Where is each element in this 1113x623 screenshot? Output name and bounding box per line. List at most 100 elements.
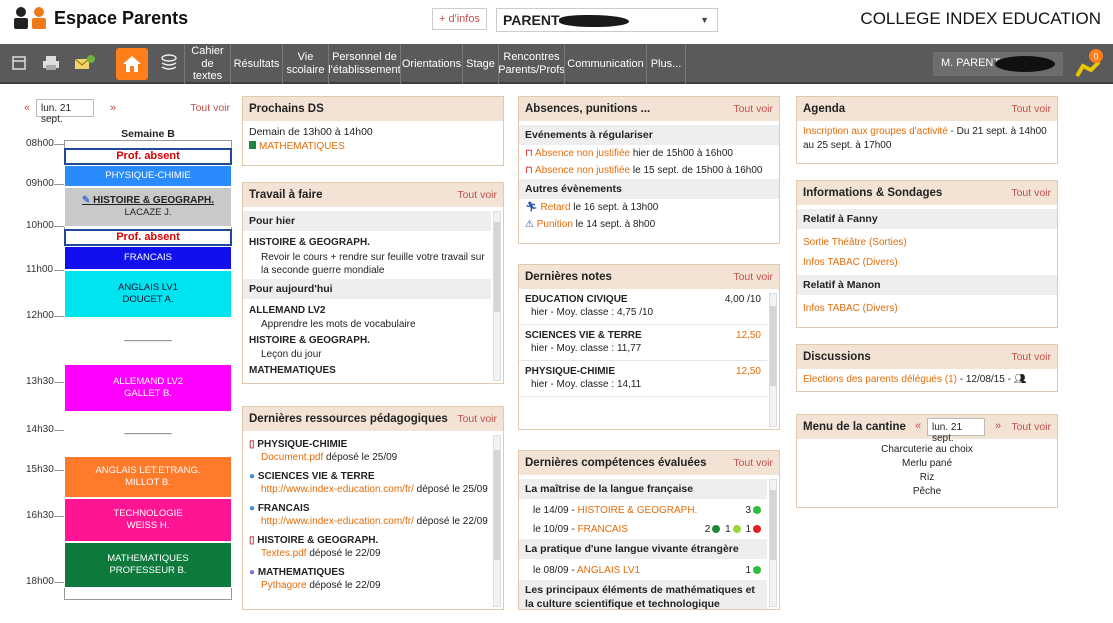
skill-row[interactable]: le 14/09 - HISTOIRE & GEOGRAPH. 3 xyxy=(519,499,779,519)
info-item[interactable]: Infos TABAC (Divers) xyxy=(797,295,1057,317)
grades-scrollbar[interactable] xyxy=(769,293,777,427)
nav-plus[interactable]: Plus... xyxy=(646,44,686,84)
prev-day-icon[interactable]: « xyxy=(915,420,921,432)
course-francais[interactable]: FRANCAIS xyxy=(64,246,232,270)
events-other-header: Autres évènements xyxy=(519,179,779,199)
green-dot-icon xyxy=(753,506,761,515)
homework-see-all-link[interactable]: Tout voir xyxy=(457,189,497,201)
course-physique-chimie[interactable]: PHYSIQUE-CHIMIE xyxy=(64,165,232,187)
late-item[interactable]: 🏃︎ Retard le 16 sept. à 13h00 xyxy=(519,199,779,216)
timetable-see-all-link[interactable]: Tout voir xyxy=(190,102,230,114)
absence-item[interactable]: ⊓ Absence non justifiée le 15 sept. de 1… xyxy=(519,162,779,179)
time-label: 10h00 xyxy=(26,220,54,231)
agenda-see-all-link[interactable]: Tout voir xyxy=(1011,103,1051,115)
info-item[interactable]: Sortie Théâtre (Sorties) xyxy=(797,229,1057,251)
skills-panel: Dernières compétences évaluées Tout voir… xyxy=(518,450,780,610)
green-dot-icon xyxy=(753,566,761,575)
skills-scrollbar[interactable] xyxy=(769,479,777,607)
next-day-icon[interactable]: » xyxy=(995,420,1001,432)
grade-value: 12,50 xyxy=(735,330,761,341)
time-label: 08h00 xyxy=(26,138,54,149)
grades-title: Dernières notes xyxy=(525,271,612,283)
events-pending-header: Evénements à régulariser xyxy=(519,125,779,145)
skills-see-all-link[interactable]: Tout voir xyxy=(733,457,773,469)
discussions-see-all-link[interactable]: Tout voir xyxy=(1011,351,1051,363)
canteen-date-picker[interactable]: lun. 21 sept. xyxy=(927,418,985,444)
user-menu-button[interactable]: M. PARENT xyxy=(933,52,1063,76)
nav-rencontres[interactable]: Rencontres Parents/Profs xyxy=(498,44,565,84)
redacted-name xyxy=(995,56,1055,72)
grade-item[interactable]: PHYSIQUE-CHIMIE 12,50 hier - Moy. classe :… xyxy=(519,361,767,397)
subject-color-icon xyxy=(249,141,256,149)
menu-item: Merlu pané xyxy=(901,458,953,469)
agenda-item[interactable]: Inscription aux groupes d'activité - Du … xyxy=(797,121,1057,155)
nav-communication[interactable]: Communication xyxy=(564,44,646,84)
resource-item[interactable]: ● MATHEMATIQUES Pythagore déposé le 22/09 xyxy=(243,563,503,595)
home-button[interactable] xyxy=(116,48,148,80)
resource-item[interactable]: ▯ HISTOIRE & GEOGRAPH. Textes.pdf déposé … xyxy=(243,531,503,563)
absences-see-all-link[interactable]: Tout voir xyxy=(733,103,773,115)
more-info-link[interactable]: + d'infos xyxy=(432,8,487,30)
homework-text[interactable]: Apprendre les mots de vocabulaire xyxy=(243,319,503,332)
skills-title: Dernières compétences évaluées xyxy=(525,457,707,469)
canteen-title: Menu de la cantine xyxy=(803,421,906,433)
nav-resultats[interactable]: Résultats xyxy=(230,44,282,84)
grades-see-all-link[interactable]: Tout voir xyxy=(733,271,773,283)
punishment-item[interactable]: ⚠︎ Punition le 14 sept. à 8h00 xyxy=(519,216,779,233)
group-icon: 👥︎ xyxy=(1013,374,1027,385)
absence-icon: ⊓ xyxy=(525,148,533,159)
resource-item[interactable]: ▯ PHYSIQUE-CHIMIE Document.pdf déposé le … xyxy=(243,435,503,467)
resource-item[interactable]: ● SCIENCES VIE & TERRE http://www.index-e… xyxy=(243,467,503,499)
nav-stage[interactable]: Stage xyxy=(462,44,498,84)
homework-subject: HISTOIRE & GEOGRAPH. xyxy=(249,335,370,346)
ds-title: Prochains DS xyxy=(249,103,324,115)
date-picker[interactable]: lun. 21 sept. xyxy=(36,99,94,125)
skill-row[interactable]: le 08/09 - ANGLAIS LV1 1 xyxy=(519,559,779,580)
layers-icon[interactable] xyxy=(156,50,182,76)
time-tick xyxy=(54,516,64,517)
nav-cahier-de-textes[interactable]: Cahier de textes xyxy=(184,44,230,84)
week-label: Semaine B xyxy=(121,128,175,140)
mail-settings-icon[interactable] xyxy=(72,50,98,76)
nav-orientations[interactable]: Orientations xyxy=(400,44,462,84)
grade-item[interactable]: EDUCATION CIVIQUE 4,00 /10 hier - Moy. cla… xyxy=(519,289,767,325)
skill-row[interactable]: le 10/09 - FRANCAIS 2 1 1 xyxy=(519,519,779,539)
info-item[interactable]: Infos TABAC (Divers) xyxy=(797,251,1057,271)
homework-text[interactable]: Revoir le cours + rendre sur feuille vot… xyxy=(243,251,503,279)
ds-item[interactable]: MATHEMATIQUES xyxy=(243,141,503,155)
red-dot-icon xyxy=(753,525,761,534)
warning-icon: ⚠︎ xyxy=(525,219,534,230)
time-tick xyxy=(54,184,64,185)
homework-text[interactable]: Leçon du jour xyxy=(243,349,503,362)
absence-item[interactable]: ⊓ Absence non justifiée hier de 15h00 à … xyxy=(519,145,779,162)
info-see-all-link[interactable]: Tout voir xyxy=(1011,187,1051,199)
next-day-icon[interactable]: » xyxy=(110,102,116,114)
course-mathematiques[interactable]: MATHEMATIQUES PROFESSEUR B. xyxy=(64,542,232,588)
course-anglais-lv1[interactable]: ANGLAIS LV1 DOUCET A. xyxy=(64,270,232,318)
pdf-icon: ▯ xyxy=(249,535,255,546)
resources-scrollbar[interactable] xyxy=(493,435,501,607)
time-tick xyxy=(54,470,64,471)
course-anglais-let-etrang[interactable]: ANGLAIS LET.ETRANG. MILLOT B. xyxy=(64,456,232,498)
resources-see-all-link[interactable]: Tout voir xyxy=(457,413,497,425)
canteen-see-all-link[interactable]: Tout voir xyxy=(1011,421,1051,433)
prev-day-icon[interactable]: « xyxy=(24,102,30,114)
canteen-panel: Menu de la cantine « lun. 21 sept. » Tou… xyxy=(796,414,1058,508)
time-label: 12h00 xyxy=(26,310,54,321)
nav-vie-scolaire[interactable]: Vie scolaire xyxy=(282,44,328,84)
resource-item[interactable]: ● FRANCAIS http://www.index-education.com… xyxy=(243,499,503,531)
course-allemand-lv2[interactable]: ALLEMAND LV2 GALLET B. xyxy=(64,364,232,412)
course-histoire-geograph[interactable]: ✎ HISTOIRE & GEOGRAPH. LACAZE J. xyxy=(64,187,232,227)
window-icon[interactable] xyxy=(6,50,32,76)
homework-scrollbar[interactable] xyxy=(493,211,501,381)
nav-personnel[interactable]: Personnel de l'établissement xyxy=(328,44,401,84)
info-group-header: Relatif à Manon xyxy=(797,275,1057,295)
absence-icon: ⊓ xyxy=(525,165,533,176)
print-icon[interactable] xyxy=(38,50,64,76)
grade-item[interactable]: SCIENCES VIE & TERRE 12,50 hier - Moy. cla… xyxy=(519,325,767,361)
notification-bell-icon[interactable]: 0 xyxy=(1069,46,1105,82)
course-technologie[interactable]: TECHNOLOGIE WEISS H. xyxy=(64,498,232,542)
discussion-item[interactable]: Elections des parents délégués (1) - 12/… xyxy=(797,369,1057,388)
user-select[interactable]: PARENT ▼ xyxy=(496,8,718,32)
homework-subject: ALLEMAND LV2 xyxy=(249,305,326,316)
